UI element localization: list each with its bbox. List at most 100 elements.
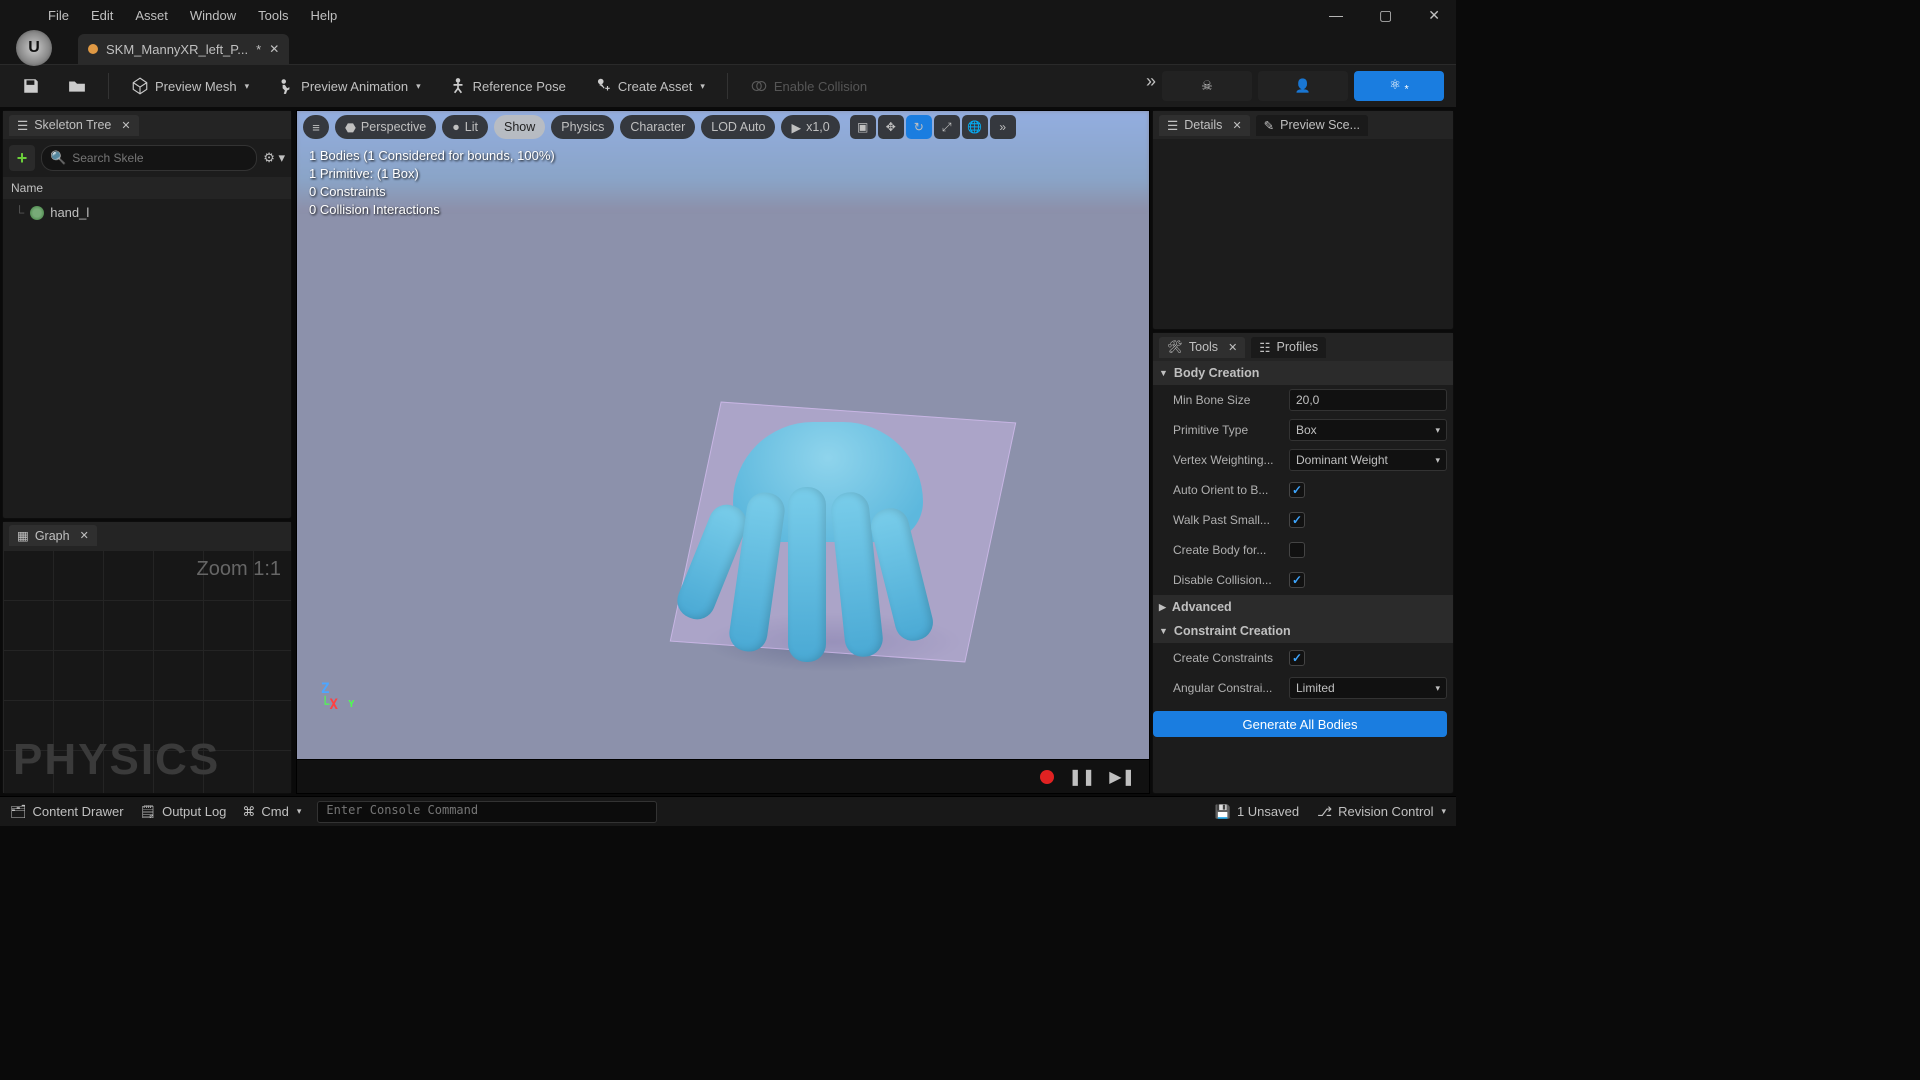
mode-physics-button[interactable]: ⚛ * [1354, 71, 1444, 101]
primitive-type-select[interactable]: Box ▾ [1289, 419, 1447, 441]
tools-tab[interactable]: 🛠 Tools ✕ [1159, 337, 1245, 358]
walk-past-label: Walk Past Small... [1173, 513, 1281, 527]
branch-icon: ⎇ [1317, 804, 1332, 820]
document-tab[interactable]: SKM_MannyXR_left_P... * ✕ [78, 34, 289, 64]
lit-button[interactable]: ● Lit [442, 115, 488, 139]
minimize-button[interactable]: — [1321, 3, 1351, 28]
lod-button[interactable]: LOD Auto [701, 115, 775, 139]
disable-collision-checkbox[interactable] [1289, 572, 1305, 588]
column-header[interactable]: Name [3, 177, 291, 199]
settings-icon[interactable]: ⚙ ▾ [263, 150, 285, 166]
pose-icon [449, 77, 467, 95]
constraint-creation-label: Constraint Creation [1174, 624, 1291, 638]
ue-logo[interactable]: U [16, 18, 52, 66]
close-icon[interactable]: ✕ [80, 529, 89, 542]
body-creation-header[interactable]: ▼Body Creation [1153, 361, 1453, 385]
maximize-button[interactable]: ▢ [1371, 3, 1400, 28]
viewport[interactable]: ≡ ⬣ Perspective ● Lit Show Physics Chara… [296, 110, 1150, 794]
show-button[interactable]: Show [494, 115, 545, 139]
perspective-button[interactable]: ⬣ Perspective [335, 115, 436, 139]
constraint-creation-header[interactable]: ▼Constraint Creation [1153, 619, 1453, 643]
close-icon[interactable]: ✕ [1228, 341, 1237, 354]
tab-close-icon[interactable]: ✕ [269, 42, 279, 56]
viewport-overflow-button[interactable]: » [990, 115, 1016, 139]
generate-all-bodies-button[interactable]: Generate All Bodies [1153, 711, 1447, 737]
menu-edit[interactable]: Edit [91, 8, 113, 23]
vertex-weighting-select[interactable]: Dominant Weight▾ [1289, 449, 1447, 471]
search-icon: 🔍 [50, 150, 66, 166]
console-input-wrapper[interactable] [317, 801, 657, 823]
details-panel: ☰ Details ✕ ✎ Preview Sce... [1152, 110, 1454, 330]
chevron-down-icon: ▾ [245, 81, 250, 92]
cmd-label: Cmd [261, 804, 288, 819]
skeleton-tree-tab[interactable]: ☰ Skeleton Tree ✕ [9, 115, 139, 136]
translate-tool-button[interactable]: ✥ [878, 115, 904, 139]
details-tab[interactable]: ☰ Details ✕ [1159, 115, 1250, 136]
menu-help[interactable]: Help [310, 8, 337, 23]
viewport-menu-button[interactable]: ≡ [303, 115, 329, 139]
create-constraints-checkbox[interactable] [1289, 650, 1305, 666]
save-icon [22, 77, 40, 95]
profiles-tab[interactable]: ☷ Profiles [1251, 337, 1326, 358]
create-asset-button[interactable]: Create Asset ▾ [584, 71, 715, 101]
output-log-button[interactable]: 🗒 Output Log [140, 804, 227, 820]
auto-orient-checkbox[interactable] [1289, 482, 1305, 498]
record-button[interactable] [1040, 770, 1054, 784]
close-icon[interactable]: ✕ [121, 119, 130, 132]
revision-control-button[interactable]: ⎇ Revision Control ▾ [1317, 804, 1446, 820]
preview-animation-button[interactable]: Preview Animation ▾ [267, 71, 430, 101]
add-bone-button[interactable]: + [9, 145, 35, 171]
primitive-type-label: Primitive Type [1173, 423, 1281, 437]
select-tool-button[interactable]: ▣ [850, 115, 876, 139]
scale-tool-button[interactable]: ⤢ [934, 115, 960, 139]
create-body-checkbox[interactable] [1289, 542, 1305, 558]
menu-tools[interactable]: Tools [258, 8, 288, 23]
enable-collision-button[interactable]: Enable Collision [740, 71, 877, 101]
cmd-selector[interactable]: ⌘ Cmd ▾ [242, 804, 301, 820]
menu-asset[interactable]: Asset [135, 8, 168, 23]
skeleton-search[interactable]: 🔍 [41, 145, 257, 171]
walk-past-checkbox[interactable] [1289, 512, 1305, 528]
step-button[interactable]: ▶❚ [1109, 767, 1135, 787]
panel-header: 🛠 Tools ✕ ☷ Profiles [1153, 333, 1453, 361]
details-body [1153, 139, 1453, 329]
physics-button[interactable]: Physics [551, 115, 614, 139]
angular-constraint-label: Angular Constrai... [1173, 681, 1281, 695]
mode-mesh-button[interactable]: 👤 [1258, 71, 1348, 101]
bone-row[interactable]: └ hand_l [11, 203, 283, 222]
preview-mesh-button[interactable]: Preview Mesh ▾ [121, 71, 259, 101]
character-button[interactable]: Character [620, 115, 695, 139]
graph-canvas[interactable]: Zoom 1:1 PHYSICS [3, 550, 291, 793]
save-button[interactable] [12, 71, 50, 101]
world-local-button[interactable]: 🌐 [962, 115, 988, 139]
stat-bodies: 1 Bodies (1 Considered for bounds, 100%) [309, 147, 555, 165]
toolbar-overflow-icon[interactable]: » [1146, 71, 1156, 101]
angular-constraint-select[interactable]: Limited▾ [1289, 677, 1447, 699]
menu-window[interactable]: Window [190, 8, 236, 23]
browse-button[interactable] [58, 71, 96, 101]
close-button[interactable]: ✕ [1420, 3, 1448, 28]
prop-min-bone-size: Min Bone Size 20,0 [1153, 385, 1453, 415]
mode-skeleton-button[interactable]: ☠ [1162, 71, 1252, 101]
rotate-tool-button[interactable]: ↻ [906, 115, 932, 139]
advanced-header[interactable]: ▶Advanced [1153, 595, 1453, 619]
left-column: ☰ Skeleton Tree ✕ + 🔍 ⚙ ▾ Name └ hand_l [0, 108, 294, 796]
preview-scene-tab[interactable]: ✎ Preview Sce... [1256, 115, 1368, 136]
skeleton-search-input[interactable] [72, 151, 248, 165]
tools-panel: 🛠 Tools ✕ ☷ Profiles ▼Body Creation Min … [1152, 332, 1454, 794]
close-icon[interactable]: ✕ [1232, 119, 1241, 132]
min-bone-size-input[interactable]: 20,0 [1289, 389, 1447, 411]
primitive-type-value: Box [1296, 423, 1317, 437]
create-asset-label: Create Asset [618, 79, 692, 94]
console-command-input[interactable] [326, 803, 648, 817]
graph-tab[interactable]: ▦ Graph ✕ [9, 525, 97, 546]
vertex-weighting-value: Dominant Weight [1296, 453, 1388, 467]
content-drawer-label: Content Drawer [33, 804, 124, 819]
save-icon: 💾 [1215, 804, 1231, 820]
play-speed-button[interactable]: ▶ x1,0 [781, 115, 839, 139]
reference-pose-button[interactable]: Reference Pose [439, 71, 576, 101]
chevron-down-icon: ▾ [1435, 425, 1440, 436]
pause-button[interactable]: ❚❚ [1068, 767, 1095, 787]
content-drawer-button[interactable]: 🗂 Content Drawer [10, 804, 124, 820]
unsaved-indicator[interactable]: 💾 1 Unsaved [1215, 804, 1299, 820]
